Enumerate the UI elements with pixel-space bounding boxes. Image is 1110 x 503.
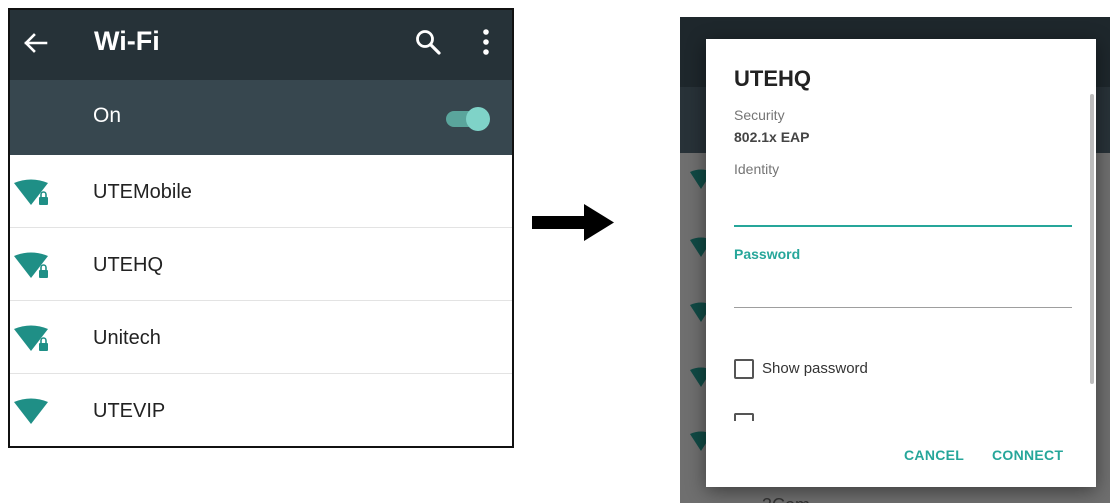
wifi-network-row[interactable]: UTEHQ [10, 228, 512, 301]
wifi-icon [14, 398, 48, 424]
background-network-ssid: 3Com [762, 495, 810, 503]
wifi-settings-screen: Wi-Fi On UTEMobile UTEHQ Unitech UTEVIP [8, 8, 514, 448]
app-bar: Wi-Fi [10, 10, 512, 80]
wifi-locked-icon [14, 179, 48, 205]
dialog-title: UTEHQ [734, 66, 811, 91]
identity-label: Identity [734, 161, 780, 177]
cancel-button[interactable]: CANCEL [904, 447, 964, 463]
dialog-scrollbar[interactable] [1090, 94, 1094, 384]
password-input[interactable] [734, 291, 1072, 308]
identity-input[interactable] [734, 209, 1072, 227]
password-label: Password [734, 246, 801, 262]
wifi-network-row[interactable]: UTEVIP [10, 374, 512, 446]
show-password-label: Show password [762, 360, 868, 377]
wifi-locked-icon [14, 325, 48, 351]
arrow-right-icon [532, 204, 614, 241]
connect-button[interactable]: CONNECT [992, 447, 1063, 463]
show-password-checkbox[interactable] [734, 359, 754, 379]
security-value: 802.1x EAP [734, 129, 810, 145]
wifi-toggle-switch[interactable] [446, 107, 492, 131]
advanced-options-checkbox[interactable] [734, 413, 754, 421]
toggle-thumb [466, 107, 490, 131]
wifi-locked-icon [14, 252, 48, 278]
network-ssid: UTEVIP [93, 400, 166, 422]
wifi-network-row[interactable]: Unitech [10, 301, 512, 374]
more-vert-icon[interactable] [472, 27, 500, 57]
network-ssid: UTEMobile [93, 181, 192, 203]
arrow-left-icon[interactable] [20, 28, 50, 58]
wifi-connect-dialog: UTEHQ Security 802.1x EAP Identity Passw… [706, 39, 1096, 487]
connect-screen: 3Com UTEHQ Security 802.1x EAP Identity … [680, 17, 1110, 503]
network-ssid: Unitech [93, 327, 161, 349]
security-label: Security [734, 107, 785, 123]
wifi-network-row[interactable]: UTEMobile [10, 155, 512, 228]
wifi-toggle-bar: On [10, 80, 512, 155]
wifi-toggle-label: On [93, 104, 122, 127]
page-title: Wi-Fi [94, 26, 160, 56]
search-icon[interactable] [414, 28, 442, 56]
network-ssid: UTEHQ [93, 254, 163, 276]
